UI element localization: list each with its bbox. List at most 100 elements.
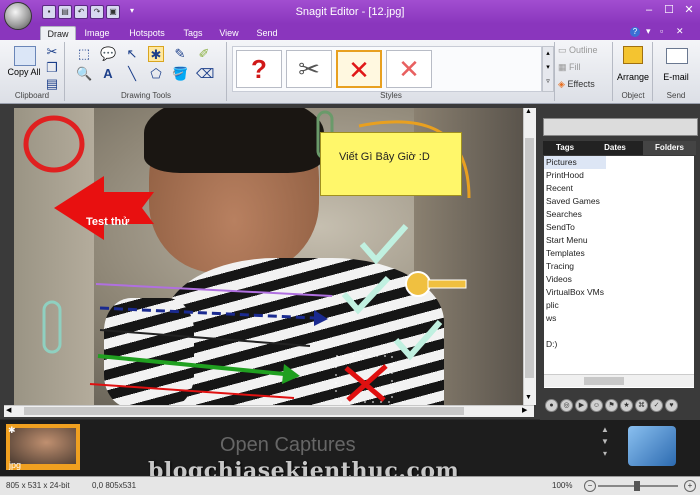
canvas-vscroll-thumb[interactable] [525,138,534,378]
folder-item[interactable]: ws [544,312,694,325]
capture-thumbnail[interactable]: jpg ✱ [6,424,80,470]
fill-option[interactable]: ▦ Fill [558,62,581,73]
outline-option[interactable]: ▭ Outline [558,45,598,56]
library-folder-icon[interactable] [628,426,676,466]
library-capture-icon[interactable]: ◎ [560,399,573,412]
library-tag-icon[interactable]: ⌘ [635,399,648,412]
red-line-annotation[interactable] [89,383,295,399]
style-question-icon[interactable]: ? [236,50,282,88]
open-icon[interactable]: ▣ [106,5,120,19]
cut-icon[interactable]: ✂ [44,44,60,60]
copy-icon[interactable]: ❐ [44,60,60,76]
library-star-icon[interactable]: ★ [620,399,633,412]
zoom-tool-icon[interactable]: 🔍 [76,66,92,82]
styles-gallery-scroll[interactable]: ▴ ▾ ▿ [542,46,554,92]
tray-scroll-buttons[interactable]: ▲ ▼ ▾ [600,424,610,472]
red-arrow-annotation[interactable] [54,176,154,240]
zoom-out-icon[interactable]: − [584,480,596,492]
eraser-tool-icon[interactable]: ⌫ [196,66,214,82]
paperclip-stamp-left[interactable] [42,300,62,354]
tab-library-tags[interactable]: Tags [543,141,587,155]
folder-item[interactable]: SendTo [544,221,694,234]
canvas-hscroll-thumb[interactable] [24,407,464,415]
folder-item[interactable]: Start Menu [544,234,694,247]
green-arrow-annotation[interactable] [97,354,285,376]
library-video-icon[interactable]: ▶ [575,399,588,412]
checkmark-annotation-2[interactable] [341,275,391,315]
minimize-button[interactable]: – [640,3,658,17]
print-icon[interactable]: ▤ [58,5,72,19]
tab-image[interactable]: Image [80,26,114,40]
folder-item[interactable]: D:) [544,338,694,351]
library-check-icon[interactable]: ✓ [650,399,663,412]
tab-hotspots[interactable]: Hotspots [122,26,172,40]
checkmark-annotation-1[interactable] [359,224,409,265]
tab-send[interactable]: Send [252,26,282,40]
library-filter-icon[interactable]: ● [545,399,558,412]
fill-tool-icon[interactable]: 🪣 [172,66,188,82]
checkmark-annotation-3[interactable] [393,320,443,361]
redo-icon[interactable]: ↷ [90,5,104,19]
tab-tags[interactable]: Tags [178,26,208,40]
callout-tool-icon[interactable]: 💬 [100,46,116,62]
selection-tool-icon[interactable]: ⬚ [76,46,92,62]
text-tool-icon[interactable]: A [100,66,116,82]
folder-item[interactable]: Tracing [544,260,694,273]
black-arrow-annotation[interactable] [99,329,311,347]
folder-item[interactable]: Pictures [544,156,606,169]
tab-library-folders[interactable]: Folders [643,141,696,155]
red-x-stamp[interactable] [335,355,393,403]
library-flag-icon[interactable]: ⚑ [605,399,618,412]
app-menu-orb[interactable] [4,2,32,30]
style-red-x-icon[interactable]: ✕ [336,50,382,88]
tab-draw[interactable]: Draw [40,26,76,41]
copy-all-icon[interactable] [14,46,36,66]
stamp-tool-icon[interactable]: ✱ [148,46,164,62]
red-circle-annotation[interactable] [23,115,85,173]
ribbon-minimize-icon[interactable]: ▾ [646,26,651,37]
email-button[interactable]: E-mail [654,72,698,82]
library-search-field[interactable] [543,118,698,136]
arrange-icon[interactable] [623,46,643,64]
highlight-tool-icon[interactable]: ✐ [196,46,212,62]
folder-item[interactable]: Templates [544,247,694,260]
scroll-right-icon[interactable]: ▶ [522,406,527,414]
close-button[interactable]: ✕ [680,3,698,17]
purple-arrow-annotation[interactable] [95,283,333,297]
tab-view[interactable]: View [214,26,244,40]
key-stamp[interactable] [405,271,467,297]
folder-item[interactable]: plic [544,299,694,312]
capture-image[interactable]: Viết Gì Bây Giờ :D Test thử [14,108,523,405]
tab-library-dates[interactable]: Dates [593,141,637,155]
copy-all-button[interactable]: Copy All [6,68,42,77]
effects-option[interactable]: ◈ Effects [558,79,595,90]
ribbon-close-icon[interactable]: ✕ [676,26,684,37]
canvas-horizontal-scrollbar[interactable]: ◀ ▶ [4,405,534,417]
scroll-up-icon[interactable]: ▲ [525,108,532,115]
ribbon-restore-icon[interactable]: ▫ [660,26,663,36]
scroll-down-icon[interactable]: ▼ [525,394,532,401]
navy-dashed-arrow-annotation[interactable] [99,306,315,320]
line-tool-icon[interactable]: ╲ [124,66,140,82]
folder-item[interactable]: Searches [544,208,694,221]
scroll-left-icon[interactable]: ◀ [6,406,11,414]
save-icon[interactable]: ▪ [42,5,56,19]
arrow-tool-icon[interactable]: ↖ [124,46,140,62]
paste-icon[interactable]: ▤ [44,76,60,92]
style-scissors-icon[interactable]: ✂ [286,50,332,88]
canvas-vertical-scrollbar[interactable]: ▲ ▼ [523,108,536,405]
customize-chevron-icon[interactable]: ▾ [126,5,138,17]
library-smile-icon[interactable]: ☺ [590,399,603,412]
folder-item[interactable]: Recent [544,182,694,195]
callout-box[interactable]: Viết Gì Bây Giờ :D [320,132,462,196]
shape-tool-icon[interactable]: ⬠ [148,66,164,82]
maximize-button[interactable]: ☐ [660,3,678,17]
zoom-slider-thumb[interactable] [634,481,640,491]
style-pink-x-icon[interactable]: ✕ [386,50,432,88]
folder-item[interactable] [544,325,694,338]
undo-icon[interactable]: ↶ [74,5,88,19]
folder-item[interactable]: Saved Games [544,195,694,208]
email-icon[interactable] [666,48,688,64]
help-icon[interactable]: ? [630,27,640,37]
folder-list-hscroll-thumb[interactable] [584,377,624,385]
